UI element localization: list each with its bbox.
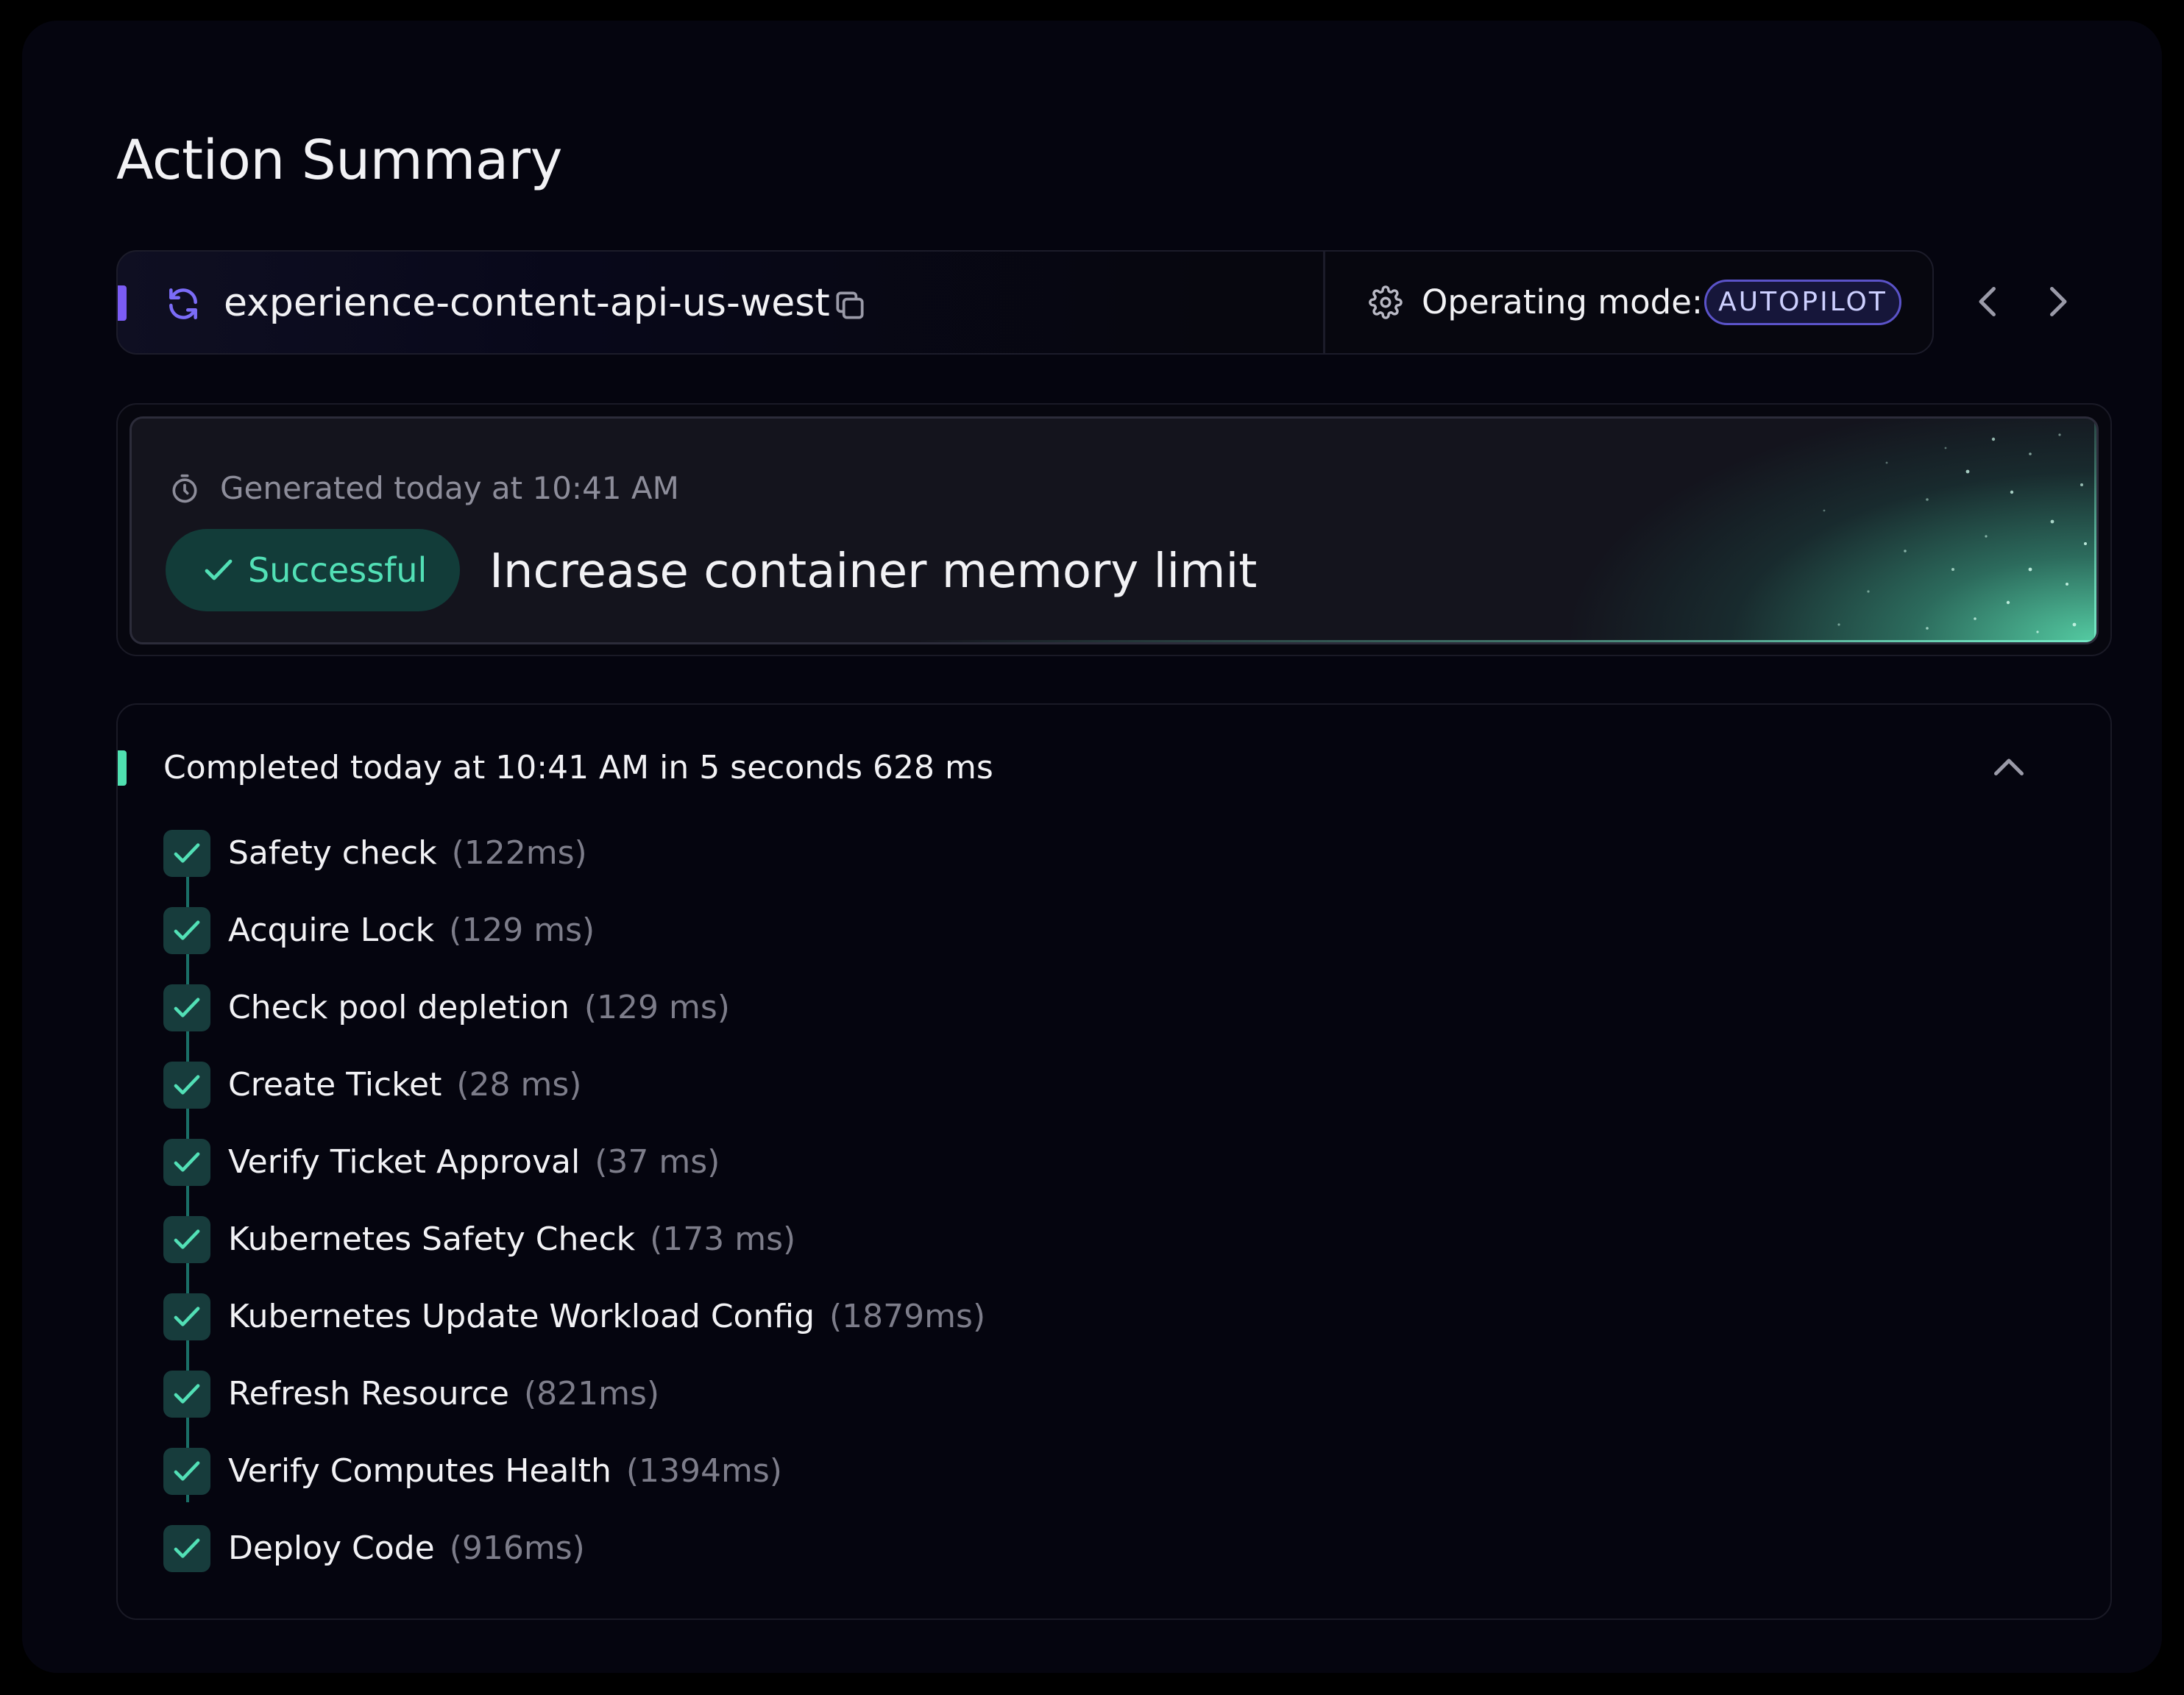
step-name: Create Ticket [228, 1066, 442, 1104]
step-item: Acquire Lock (129 ms) [163, 907, 985, 984]
check-icon [205, 559, 233, 580]
check-icon [163, 830, 210, 877]
copy-icon[interactable] [832, 287, 868, 324]
gear-icon [1369, 285, 1403, 319]
step-duration: (28 ms) [456, 1066, 582, 1104]
check-icon [163, 1062, 210, 1109]
step-name: Kubernetes Safety Check [228, 1220, 636, 1258]
step-item: Create Ticket (28 ms) [163, 1062, 985, 1139]
header-divider [1323, 252, 1325, 353]
step-name: Deploy Code [228, 1529, 435, 1567]
check-icon [163, 1525, 210, 1572]
check-icon [163, 984, 210, 1031]
page-title: Action Summary [116, 129, 562, 192]
chevron-right-icon[interactable] [2035, 280, 2080, 324]
step-item: Safety check (122ms) [163, 830, 985, 907]
operating-mode-badge: AUTOPILOT [1704, 280, 1901, 325]
step-item: Check pool depletion (129 ms) [163, 984, 985, 1062]
action-summary-panel: Generated today at 10:41 AM Successful I… [130, 416, 2099, 644]
check-icon [163, 907, 210, 954]
step-item: Deploy Code (916ms) [163, 1525, 985, 1602]
step-duration: (1879ms) [829, 1298, 986, 1335]
step-duration: (821ms) [523, 1375, 660, 1412]
step-duration: (1394ms) [625, 1452, 782, 1490]
action-summary-card: Generated today at 10:41 AM Successful I… [116, 403, 2112, 656]
step-duration: (173 ms) [650, 1220, 796, 1258]
accent-bar [118, 750, 127, 786]
sparkle-decoration [1823, 433, 2087, 633]
check-icon [163, 1371, 210, 1418]
step-duration: (916ms) [449, 1529, 585, 1567]
execution-steps-card: Completed today at 10:41 AM in 5 seconds… [116, 703, 2112, 1620]
step-name: Safety check [228, 834, 437, 872]
operating-mode-label: Operating mode: [1422, 282, 1703, 321]
step-name: Refresh Resource [228, 1375, 509, 1412]
step-duration: (122ms) [451, 834, 587, 872]
check-icon [163, 1139, 210, 1186]
step-name: Verify Computes Health [228, 1452, 611, 1490]
check-icon [163, 1293, 210, 1340]
completed-summary: Completed today at 10:41 AM in 5 seconds… [163, 749, 993, 786]
step-duration: (37 ms) [595, 1143, 720, 1181]
accent-bar [118, 285, 127, 321]
step-name: Kubernetes Update Workload Config [228, 1298, 815, 1335]
action-title: Increase container memory limit [489, 544, 1258, 599]
step-duration: (129 ms) [449, 912, 595, 949]
step-item: Kubernetes Update Workload Config (1879m… [163, 1293, 985, 1371]
step-name: Verify Ticket Approval [228, 1143, 581, 1181]
service-name: experience-content-api-us-west [224, 281, 830, 325]
check-icon [163, 1448, 210, 1495]
sync-icon [169, 288, 197, 320]
step-name: Acquire Lock [228, 912, 435, 949]
service-header: experience-content-api-us-west Operating… [116, 250, 1934, 355]
step-item: Refresh Resource (821ms) [163, 1371, 985, 1448]
app-window: Action Summary experience-content-api-us… [22, 21, 2162, 1673]
step-item: Verify Ticket Approval (37 ms) [163, 1139, 985, 1216]
step-item: Verify Computes Health (1394ms) [163, 1448, 985, 1525]
step-name: Check pool depletion [228, 989, 570, 1026]
step-list: Safety check (122ms) Acquire Lock (129 m… [163, 830, 985, 1602]
status-badge: Successful [166, 529, 460, 611]
chevron-left-icon[interactable] [1966, 280, 2010, 324]
step-item: Kubernetes Safety Check (173 ms) [163, 1216, 985, 1293]
generated-timestamp: Generated today at 10:41 AM [220, 470, 679, 506]
chevron-up-icon[interactable] [1987, 746, 2031, 790]
status-label: Successful [248, 550, 428, 590]
step-duration: (129 ms) [584, 989, 730, 1026]
timer-icon [172, 474, 197, 503]
check-icon [163, 1216, 210, 1263]
